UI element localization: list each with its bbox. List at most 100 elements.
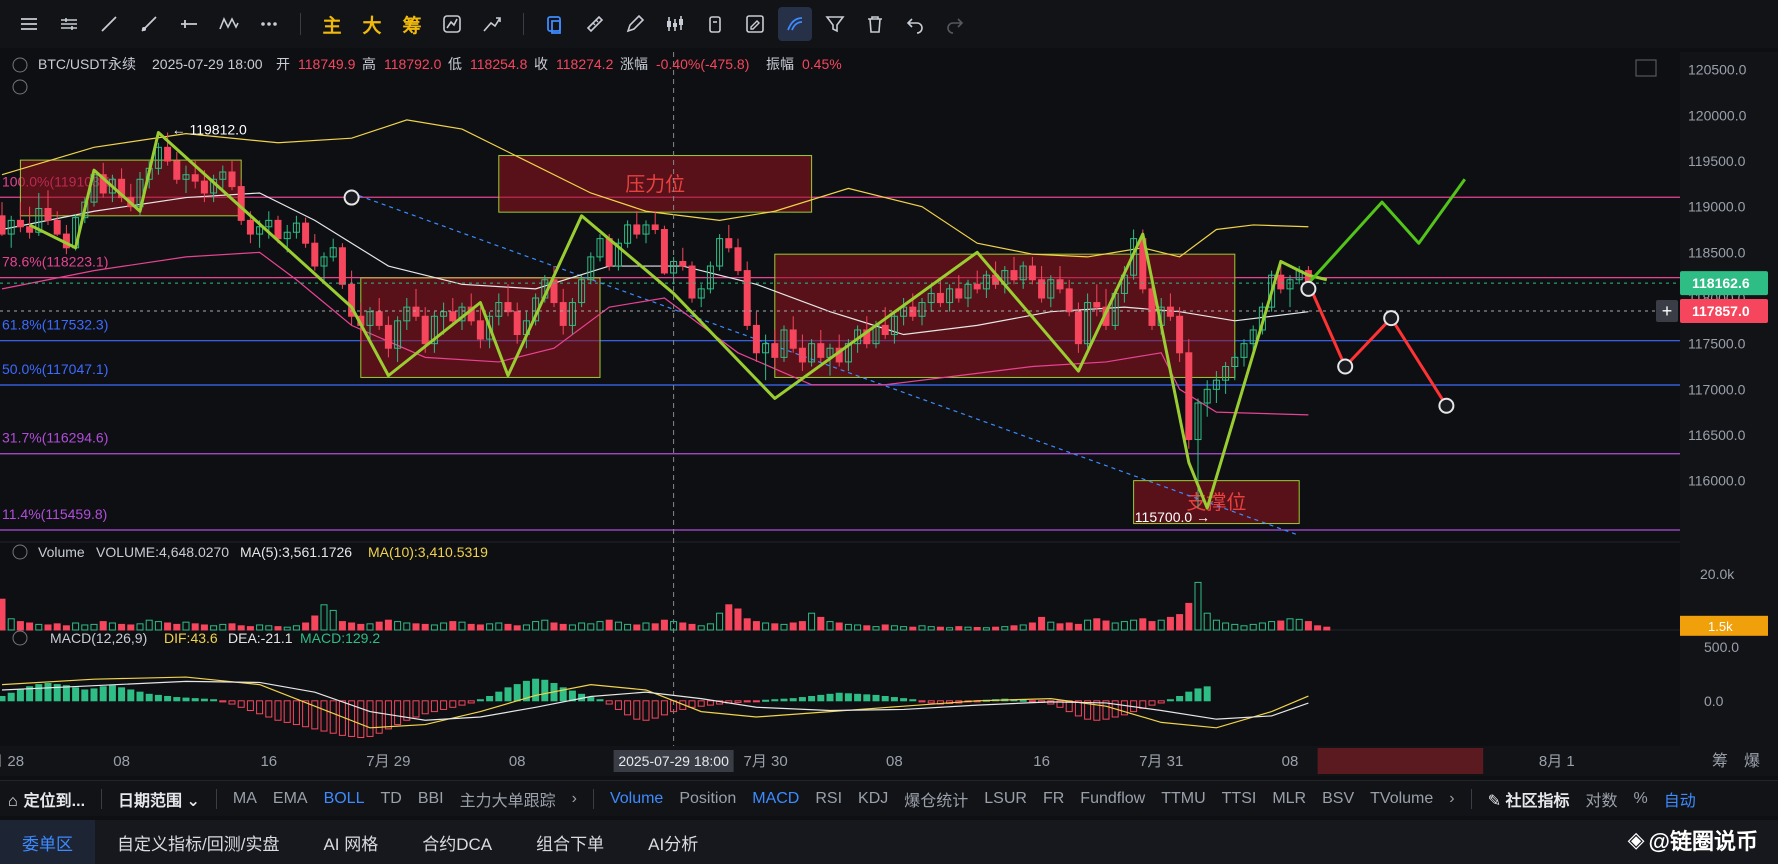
macd-hist-bar xyxy=(808,695,816,702)
x-tick-label: 08 xyxy=(1282,753,1299,770)
macd-hist-bar xyxy=(587,697,595,702)
separator xyxy=(101,788,103,809)
percent-scale-button[interactable]: % xyxy=(1625,790,1655,808)
chart-type-icon[interactable] xyxy=(658,7,692,41)
indicator-rsi[interactable]: RSI xyxy=(807,790,850,808)
trend-line-icon[interactable] xyxy=(92,7,126,41)
volume-bar xyxy=(513,625,521,631)
horizontal-lines-icon[interactable] xyxy=(52,7,86,41)
pattern-icon[interactable] xyxy=(435,7,469,41)
separator xyxy=(592,788,594,809)
y-tick-label: 120500.0 xyxy=(1688,62,1747,78)
volume-bar xyxy=(1323,626,1331,631)
auto-scale-button[interactable]: 自动 xyxy=(1656,787,1704,811)
macd-hist-bar xyxy=(72,687,80,702)
volume-bar xyxy=(26,622,34,631)
tab-ai-analysis[interactable]: AI分析 xyxy=(626,820,720,864)
tab-orders[interactable]: 委单区 xyxy=(0,820,95,864)
undo-icon[interactable] xyxy=(898,7,932,41)
y-tick-label: 119500.0 xyxy=(1688,153,1746,169)
indicator-fundflow[interactable]: Fundflow xyxy=(1072,790,1153,808)
menu-icon[interactable] xyxy=(12,7,46,41)
tab-custom-indicator[interactable]: 自定义指标/回测/实盘 xyxy=(95,820,301,864)
filter-icon[interactable] xyxy=(818,7,852,41)
pen-icon[interactable] xyxy=(618,7,652,41)
macd-hist-bar xyxy=(1203,686,1211,702)
lock-draw-icon[interactable] xyxy=(698,7,732,41)
macd-label: MACD(12,26,9) xyxy=(50,630,147,646)
large-order-button[interactable]: 大 xyxy=(355,7,389,41)
macd-hist-bar xyxy=(1194,688,1202,702)
indicator-bsv[interactable]: BSV xyxy=(1314,790,1362,808)
chevron-right-icon[interactable]: › xyxy=(564,790,585,808)
chip-button[interactable]: 筹 xyxy=(395,7,429,41)
more-icon[interactable] xyxy=(252,7,286,41)
indicator-td[interactable]: TD xyxy=(372,790,409,808)
wave-anchor-circle xyxy=(1337,358,1354,375)
indicator-macd[interactable]: MACD xyxy=(744,790,807,808)
price-annotation: ← 119812.0 xyxy=(172,122,247,138)
kline-chart[interactable]: 120500.0 120000.0 119500.0 119000.0 118500.0… xyxy=(0,52,1778,780)
macd-hist-bar xyxy=(890,697,898,702)
indicator-main-force[interactable]: 主力大单跟踪 xyxy=(452,787,564,811)
indicator-ttmu[interactable]: TTMU xyxy=(1153,790,1213,808)
macd-hist-bar xyxy=(1028,700,1036,703)
measure-icon[interactable] xyxy=(578,7,612,41)
fib-label: 61.8%(117532.3) xyxy=(2,317,108,333)
main-force-button[interactable]: 主 xyxy=(315,7,349,41)
indicator-kdj[interactable]: KDJ xyxy=(850,790,896,808)
candle-body xyxy=(1056,279,1064,290)
volume-bar xyxy=(449,621,457,631)
community-indicator-button[interactable]: ✎ 社区指标 xyxy=(1480,787,1578,811)
volume-bar xyxy=(835,622,843,631)
volume-bar xyxy=(375,621,383,631)
indicator-bbi[interactable]: BBI xyxy=(410,790,452,808)
locate-button[interactable]: ⌂ 定位到... xyxy=(0,787,93,811)
volume-value: VOLUME:4,648.0270 xyxy=(96,544,229,560)
indicator-fr[interactable]: FR xyxy=(1035,790,1072,808)
tab-ai-grid[interactable]: AI 网格 xyxy=(301,820,400,864)
candle-body xyxy=(191,174,199,182)
macd-hist-bar xyxy=(44,683,52,702)
tab-contract-dca[interactable]: 合约DCA xyxy=(400,820,514,864)
delete-icon[interactable] xyxy=(858,7,892,41)
candle-body xyxy=(0,215,6,235)
macd-hist-bar xyxy=(596,699,604,702)
volume-bar xyxy=(789,622,797,631)
volume-bar xyxy=(1093,618,1101,631)
y-tick-label: 119000.0 xyxy=(1688,199,1746,215)
ohlc-field: 高 xyxy=(362,56,376,72)
indicator-mlr[interactable]: MLR xyxy=(1264,790,1314,808)
locate-icon: ⌂ xyxy=(8,792,18,810)
volume-bar xyxy=(992,626,1000,631)
position-icon[interactable] xyxy=(475,7,509,41)
log-scale-button[interactable]: 对数 xyxy=(1577,787,1625,811)
date-range-dropdown[interactable]: 日期范围 ⌄ xyxy=(110,787,208,811)
indicator-position[interactable]: Position xyxy=(671,790,744,808)
candle-body xyxy=(1277,274,1285,290)
ohlc-field: 0.45% xyxy=(802,56,842,72)
volume-bar xyxy=(338,621,346,631)
magnet-icon[interactable] xyxy=(538,7,572,41)
indicator-ma[interactable]: MA xyxy=(225,790,265,808)
volume-bar xyxy=(1148,621,1156,631)
wave-icon[interactable] xyxy=(212,7,246,41)
horizontal-ray-icon[interactable] xyxy=(172,7,206,41)
indicator-ema[interactable]: EMA xyxy=(265,790,316,808)
volume-bar xyxy=(936,626,944,631)
chevron-right-icon[interactable]: › xyxy=(1441,790,1462,808)
note-icon[interactable] xyxy=(738,7,772,41)
indicator-liquidation[interactable]: 爆仓统计 xyxy=(896,787,976,811)
ray-icon[interactable] xyxy=(132,7,166,41)
indicator-volume[interactable]: Volume xyxy=(602,790,671,808)
redo-icon[interactable] xyxy=(938,7,972,41)
indicator-lsur[interactable]: LSUR xyxy=(976,790,1035,808)
macd-dif: DIF:43.6 xyxy=(164,630,218,646)
indicator-ttsi[interactable]: TTSI xyxy=(1214,790,1265,808)
indicator-tvolume[interactable]: TVolume xyxy=(1362,790,1441,808)
macd-hist-bar xyxy=(81,689,89,702)
indicator-boll[interactable]: BOLL xyxy=(316,790,373,808)
tab-combo-order[interactable]: 组合下单 xyxy=(514,820,626,864)
candle-body xyxy=(789,329,797,349)
continuous-draw-icon[interactable] xyxy=(778,7,812,41)
